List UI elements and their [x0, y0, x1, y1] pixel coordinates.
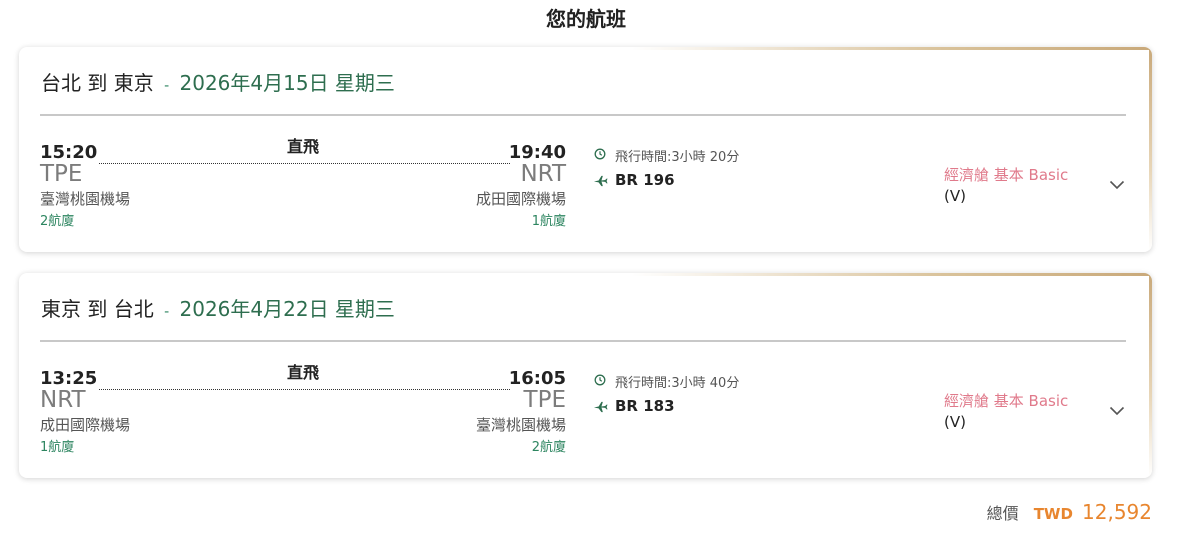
departure-terminal: 2航廈: [40, 214, 75, 229]
chevron-down-icon[interactable]: [1109, 180, 1125, 190]
total-label: 總價: [986, 504, 1019, 523]
arrival-time: 16:05: [508, 368, 566, 389]
total-price: 總價 TWD 12,592: [987, 500, 1152, 524]
page-title: 您的航班: [546, 7, 626, 31]
flight-duration: 飛行時間:3小時 40分: [615, 376, 740, 391]
arrival-code: NRT: [520, 161, 566, 187]
divider: [40, 114, 1126, 116]
nonstop-label: 直飛: [287, 137, 320, 156]
airplane-icon: [593, 175, 608, 187]
arrival-airport: 臺灣桃園機場: [475, 416, 566, 434]
divider: [40, 340, 1126, 342]
arrival-code: TPE: [523, 387, 566, 413]
arrival-airport: 成田國際機場: [475, 190, 566, 208]
clock-icon: [594, 374, 606, 386]
departure-terminal: 1航廈: [40, 440, 75, 455]
arrival-time: 19:40: [508, 142, 566, 163]
card-accent: [1149, 273, 1152, 478]
flight-card-outbound[interactable]: 台北 到 東京 - 2026年4月15日 星期三 直飛 15:20 19:40 …: [19, 47, 1152, 252]
departure-time: 15:20: [40, 142, 98, 163]
route-text: 台北 到 東京: [41, 71, 154, 95]
departure-airport: 成田國際機場: [40, 416, 131, 434]
fare-code: (V): [944, 187, 966, 205]
flight-number: BR 183: [615, 397, 675, 415]
flight-duration: 飛行時間:3小時 20分: [615, 150, 740, 165]
route-date: 2026年4月15日 星期三: [179, 71, 395, 95]
card-accent: [1149, 47, 1152, 252]
arrival-terminal: 1航廈: [531, 214, 566, 229]
card-accent-top: [632, 273, 1152, 276]
departure-code: NRT: [40, 387, 86, 413]
chevron-down-icon[interactable]: [1109, 406, 1125, 416]
fare-code: (V): [944, 413, 966, 431]
route-separator: -: [164, 78, 170, 94]
route-text: 東京 到 台北: [41, 297, 154, 321]
departure-code: TPE: [40, 161, 83, 187]
flight-number: BR 196: [615, 171, 675, 189]
route-separator: -: [164, 304, 170, 320]
departure-airport: 臺灣桃園機場: [40, 190, 131, 208]
total-amount: 12,592: [1082, 500, 1152, 524]
fare-class: 經濟艙 基本 Basic: [944, 392, 1069, 410]
airplane-icon: [593, 401, 608, 413]
departure-time: 13:25: [40, 368, 98, 389]
flight-card-return[interactable]: 東京 到 台北 - 2026年4月22日 星期三 直飛 13:25 16:05 …: [19, 273, 1152, 478]
clock-icon: [594, 148, 606, 160]
route-heading: 台北 到 東京 - 2026年4月15日 星期三: [41, 67, 395, 96]
nonstop-label: 直飛: [287, 363, 320, 382]
route-dotted-line: [99, 389, 510, 390]
card-accent-top: [632, 47, 1152, 50]
route-date: 2026年4月22日 星期三: [179, 297, 395, 321]
fare-class: 經濟艙 基本 Basic: [944, 166, 1069, 184]
route-dotted-line: [99, 163, 510, 164]
total-currency: TWD: [1033, 505, 1073, 523]
route-heading: 東京 到 台北 - 2026年4月22日 星期三: [41, 293, 395, 322]
arrival-terminal: 2航廈: [531, 440, 566, 455]
